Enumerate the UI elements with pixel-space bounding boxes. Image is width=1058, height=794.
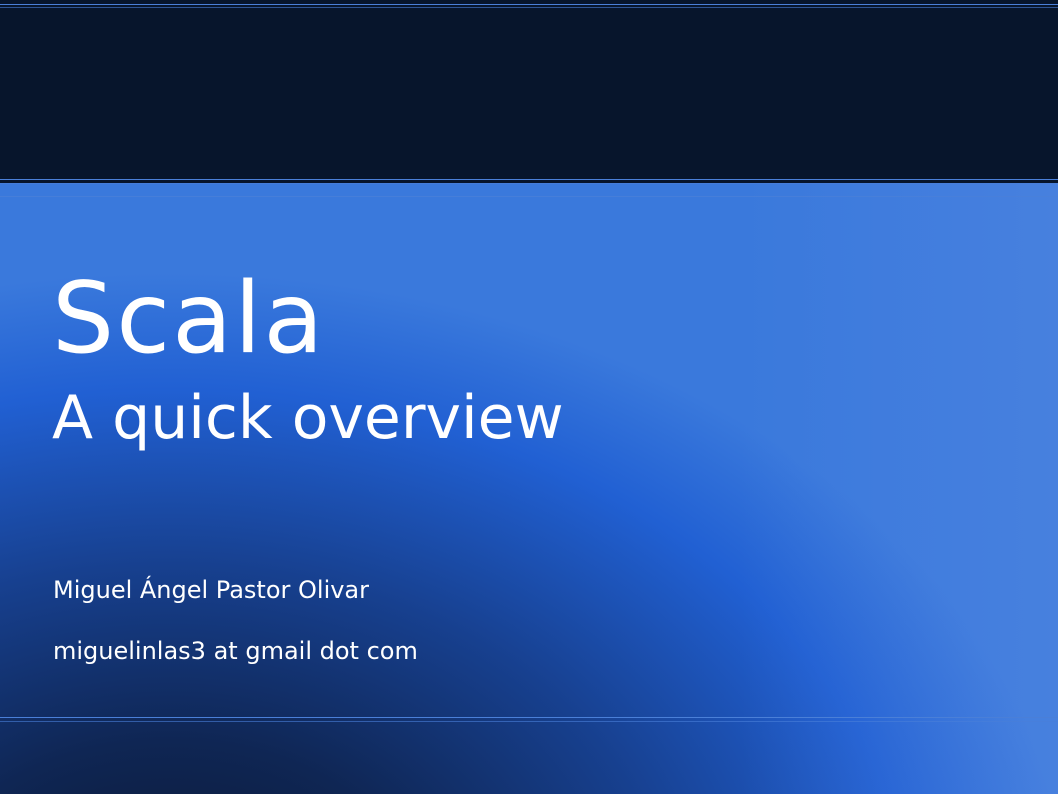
author-name: Miguel Ángel Pastor Olivar bbox=[53, 576, 370, 604]
header-divider-line-secondary bbox=[0, 183, 1058, 184]
author-email: miguelinlas3 at gmail dot com bbox=[53, 637, 418, 665]
top-divider-line-secondary bbox=[0, 7, 1058, 8]
footer-divider-line-secondary bbox=[0, 721, 1058, 722]
footer-divider-line bbox=[0, 717, 1058, 718]
top-divider-line bbox=[0, 4, 1058, 5]
slide-subtitle: A quick overview bbox=[52, 383, 564, 453]
presentation-slide: Scala A quick overview Miguel Ángel Past… bbox=[0, 0, 1058, 794]
slide-title: Scala bbox=[52, 262, 326, 376]
header-divider-line-tertiary bbox=[0, 196, 1058, 197]
top-band bbox=[0, 0, 1058, 180]
header-divider-line bbox=[0, 179, 1058, 180]
